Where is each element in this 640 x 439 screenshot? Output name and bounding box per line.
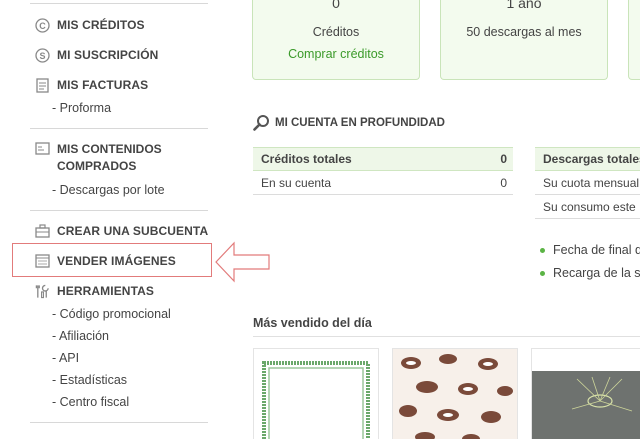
- credits-card: 0 Créditos Comprar créditos: [252, 0, 420, 80]
- table-row: En su cuenta 0: [253, 171, 513, 195]
- sell-images-icon: [35, 254, 50, 269]
- sidebar-item-label: CREAR UNA SUBCUENTA: [57, 224, 209, 238]
- sidebar-divider: [30, 210, 208, 211]
- sidebar-item-label: VENDER IMÁGENES: [57, 254, 176, 268]
- sidebar-divider: [30, 422, 208, 423]
- credits-total-label: Créditos totales: [261, 152, 352, 166]
- partial-card: [628, 0, 640, 80]
- product-thumbnail-certificate[interactable]: [253, 348, 379, 439]
- sidebar-divider: [30, 3, 208, 4]
- sidebar-subitem-codigo-promocional[interactable]: - Código promocional: [52, 307, 171, 321]
- account-detail-title: MI CUENTA EN PROFUNDIDAD: [253, 114, 445, 131]
- bullet-dot: [540, 247, 545, 253]
- sidebar-subitem-centro-fiscal[interactable]: - Centro fiscal: [52, 395, 129, 409]
- buy-credits-link[interactable]: Comprar créditos: [253, 47, 419, 61]
- credits-icon: C: [35, 17, 50, 33]
- sidebar-subitem-afiliacion[interactable]: - Afiliación: [52, 329, 109, 343]
- list-item: Fecha de final d: [540, 243, 640, 257]
- invoice-icon: [35, 77, 50, 93]
- best-seller-divider: [253, 336, 640, 337]
- tools-icon: [35, 284, 50, 299]
- sidebar-item-label-line2: COMPRADOS: [57, 159, 137, 173]
- sidebar-item-mi-suscripcion[interactable]: S MI SUSCRIPCIÓN: [35, 45, 158, 65]
- list-item: Recarga de la s: [540, 266, 640, 280]
- sidebar-subitem-descargas-lote[interactable]: - Descargas por lote: [52, 183, 165, 197]
- magnifier-icon: [253, 114, 270, 131]
- sidebar-subitem-api[interactable]: - API: [52, 351, 79, 365]
- credits-total-value: 0: [500, 152, 507, 166]
- sidebar-item-mis-creditos[interactable]: C MIS CRÉDITOS: [35, 15, 145, 35]
- table-row: Su cuota mensual: [535, 171, 640, 195]
- credits-table: Créditos totales 0 En su cuenta 0: [253, 147, 513, 195]
- sidebar-item-herramientas[interactable]: HERRAMIENTAS: [35, 281, 154, 301]
- svg-text:C: C: [39, 21, 46, 31]
- sidebar-item-label-line1: MIS CONTENIDOS: [57, 142, 162, 156]
- annotation-arrow-icon: [215, 241, 270, 283]
- bullet-dot: [540, 270, 545, 276]
- sidebar-divider: [30, 128, 208, 129]
- downloads-table: Descargas totales Su cuota mensual Su co…: [535, 147, 640, 219]
- sidebar-item-label: MI SUSCRIPCIÓN: [57, 48, 159, 62]
- sidebar-item-vender-imagenes[interactable]: VENDER IMÁGENES: [35, 251, 176, 271]
- sidebar-item-label: MIS FACTURAS: [57, 78, 149, 92]
- credits-count: 0: [332, 0, 340, 11]
- subscription-duration: 1 año: [506, 0, 542, 11]
- monthly-quota-label: Su cuota mensual: [543, 176, 640, 190]
- subscription-card: 1 año 50 descargas al mes: [440, 0, 608, 80]
- product-thumbnail-street[interactable]: [531, 348, 640, 439]
- credits-table-header: Créditos totales 0: [253, 147, 513, 171]
- downloads-table-header: Descargas totales: [535, 147, 640, 171]
- sidebar-item-label: MIS CRÉDITOS: [57, 18, 145, 32]
- credits-account-label: En su cuenta: [261, 176, 332, 190]
- usage-label: Su consumo este: [543, 200, 636, 214]
- product-thumbnail-coffee-pattern[interactable]: [392, 348, 518, 439]
- sidebar-item-mis-contenidos[interactable]: MIS CONTENIDOS COMPRADOS: [35, 141, 162, 175]
- subscription-downloads: 50 descargas al mes: [466, 25, 582, 39]
- sidebar-item-label: HERRAMIENTAS: [57, 284, 154, 298]
- credits-account-value: 0: [500, 176, 507, 190]
- downloads-total-label: Descargas totales: [543, 152, 640, 166]
- credits-label: Créditos: [312, 25, 360, 39]
- sidebar: C MIS CRÉDITOS S MI SUSCRIPCIÓN MIS FACT…: [0, 0, 215, 439]
- svg-text:S: S: [39, 51, 45, 61]
- bullet-text: Fecha de final d: [553, 243, 640, 257]
- sidebar-item-mis-facturas[interactable]: MIS FACTURAS: [35, 75, 148, 95]
- account-detail-title-text: MI CUENTA EN PROFUNDIDAD: [275, 116, 445, 129]
- content-icon: [35, 142, 50, 157]
- best-seller-title: Más vendido del día: [253, 316, 372, 330]
- sidebar-subitem-proforma[interactable]: - Proforma: [52, 101, 111, 115]
- subscription-icon: S: [35, 47, 50, 63]
- sidebar-subitem-estadisticas[interactable]: - Estadísticas: [52, 373, 127, 387]
- sidebar-item-crear-subcuenta[interactable]: CREAR UNA SUBCUENTA: [35, 221, 208, 241]
- table-row: Su consumo este: [535, 195, 640, 219]
- briefcase-icon: [35, 224, 50, 239]
- bullet-text: Recarga de la s: [553, 266, 640, 280]
